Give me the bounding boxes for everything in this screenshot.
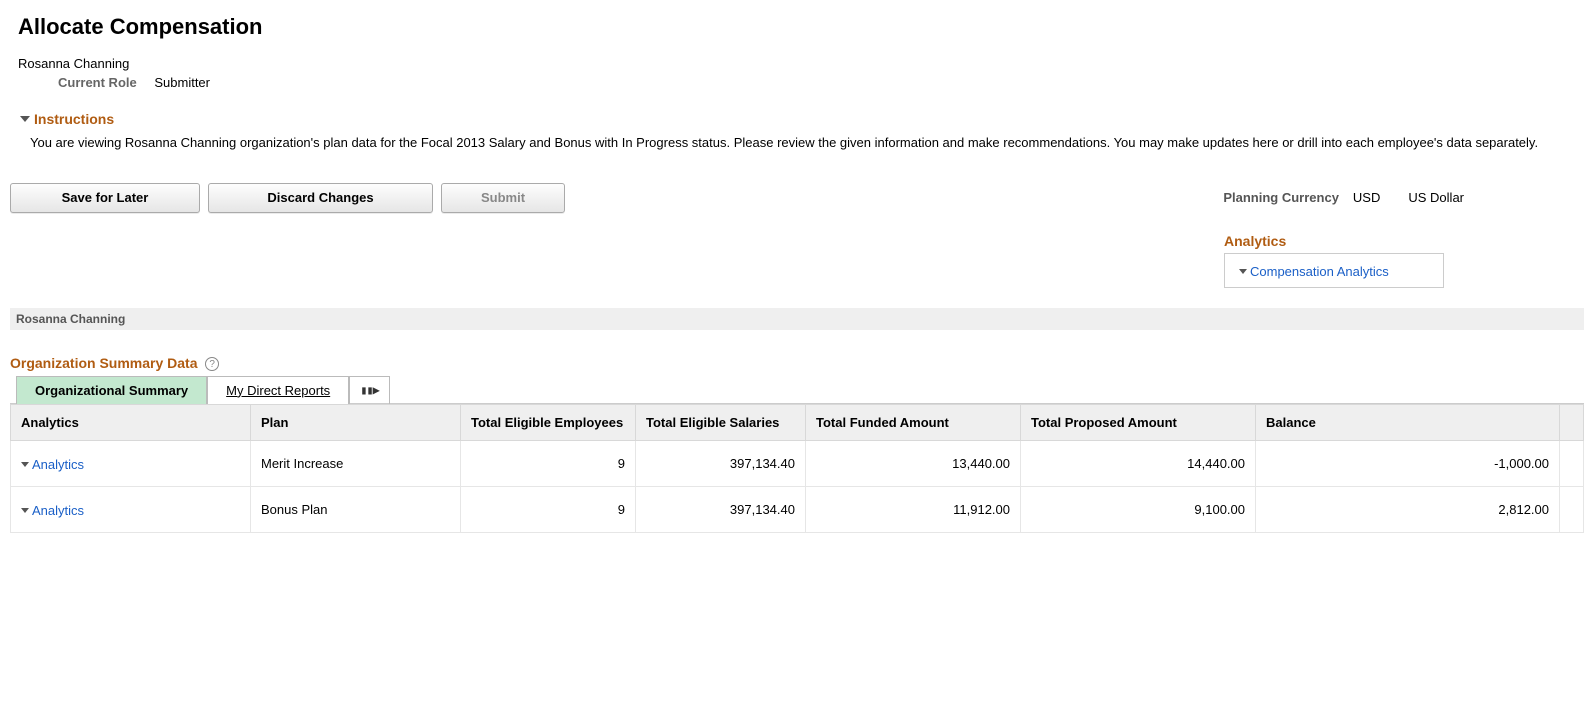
col-total-eligible-employees[interactable]: Total Eligible Employees — [461, 404, 636, 440]
cell-balance: -1,000.00 — [1256, 440, 1560, 486]
analytics-box: Compensation Analytics — [1224, 253, 1444, 288]
submit-button[interactable]: Submit — [441, 183, 565, 213]
org-summary-title: Organization Summary Data — [10, 355, 198, 371]
tab-organizational-summary[interactable]: Organizational Summary — [16, 376, 207, 404]
cell-funded: 13,440.00 — [806, 440, 1021, 486]
cell-sal: 397,134.40 — [636, 440, 806, 486]
cell-spacer — [1560, 486, 1584, 532]
instructions-header-label: Instructions — [34, 111, 114, 127]
current-role-value: Submitter — [154, 75, 210, 90]
col-plan[interactable]: Plan — [251, 404, 461, 440]
cell-funded: 11,912.00 — [806, 486, 1021, 532]
planning-currency-code: USD — [1353, 190, 1380, 205]
user-name: Rosanna Channing — [18, 56, 1584, 71]
cell-sal: 397,134.40 — [636, 486, 806, 532]
compensation-analytics-link[interactable]: Compensation Analytics — [1239, 264, 1389, 279]
tab-organizational-summary-label: Organizational Summary — [35, 383, 188, 398]
table-row: Analytics Merit Increase 9 397,134.40 13… — [11, 440, 1584, 486]
discard-changes-button[interactable]: Discard Changes — [208, 183, 433, 213]
cell-proposed: 9,100.00 — [1021, 486, 1256, 532]
compensation-analytics-label: Compensation Analytics — [1250, 264, 1389, 279]
page-title: Allocate Compensation — [18, 14, 1584, 40]
chevron-down-icon — [1239, 269, 1247, 274]
col-analytics[interactable]: Analytics — [11, 404, 251, 440]
cell-spacer — [1560, 440, 1584, 486]
cell-emp: 9 — [461, 440, 636, 486]
col-total-funded[interactable]: Total Funded Amount — [806, 404, 1021, 440]
cell-balance: 2,812.00 — [1256, 486, 1560, 532]
cell-plan: Merit Increase — [251, 440, 461, 486]
chevron-down-icon — [21, 462, 29, 467]
instructions-toggle[interactable]: Instructions — [20, 111, 114, 127]
row-analytics-label: Analytics — [32, 457, 84, 472]
col-total-eligible-salaries[interactable]: Total Eligible Salaries — [636, 404, 806, 440]
col-balance[interactable]: Balance — [1256, 404, 1560, 440]
row-analytics-link[interactable]: Analytics — [21, 503, 84, 518]
analytics-section-title: Analytics — [1224, 233, 1574, 249]
org-context-bar: Rosanna Channing — [10, 308, 1584, 330]
table-row: Analytics Bonus Plan 9 397,134.40 11,912… — [11, 486, 1584, 532]
chevron-down-icon — [20, 116, 30, 122]
chevron-down-icon — [21, 508, 29, 513]
tab-expand-button[interactable]: ▮▮▶ — [349, 376, 390, 404]
save-for-later-button[interactable]: Save for Later — [10, 183, 200, 213]
col-spacer — [1560, 404, 1584, 440]
cell-plan: Bonus Plan — [251, 486, 461, 532]
planning-currency-label: Planning Currency — [1223, 190, 1339, 205]
row-analytics-label: Analytics — [32, 503, 84, 518]
planning-currency-desc: US Dollar — [1408, 190, 1464, 205]
expand-icon: ▮▮▶ — [360, 383, 379, 397]
current-role-label: Current Role — [58, 75, 137, 90]
tab-my-direct-reports-label: My Direct Reports — [226, 383, 330, 398]
help-icon[interactable]: ? — [205, 357, 219, 371]
cell-proposed: 14,440.00 — [1021, 440, 1256, 486]
col-total-proposed[interactable]: Total Proposed Amount — [1021, 404, 1256, 440]
instructions-body: You are viewing Rosanna Channing organiz… — [30, 133, 1564, 153]
org-summary-table: Analytics Plan Total Eligible Employees … — [10, 404, 1584, 533]
row-analytics-link[interactable]: Analytics — [21, 457, 84, 472]
tab-my-direct-reports[interactable]: My Direct Reports — [207, 376, 349, 404]
cell-emp: 9 — [461, 486, 636, 532]
